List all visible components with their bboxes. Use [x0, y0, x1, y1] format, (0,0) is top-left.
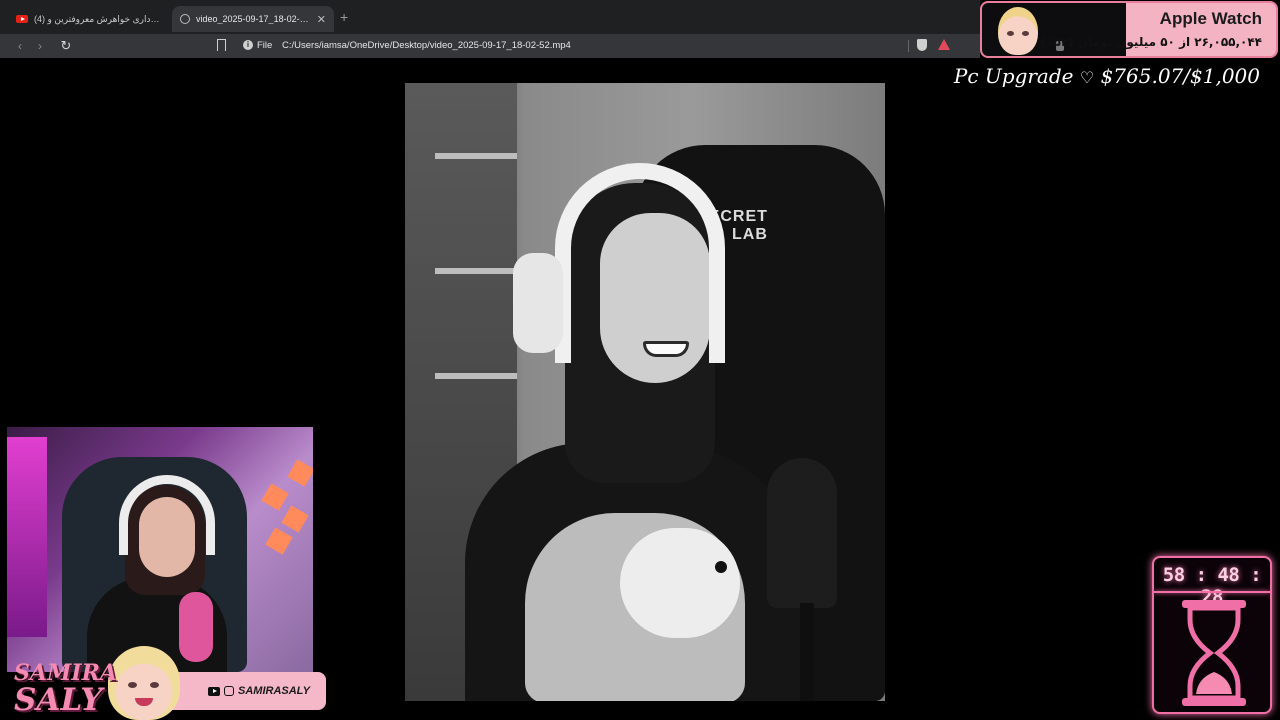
microphone	[179, 592, 213, 662]
led-light	[7, 437, 47, 637]
youtube-icon	[16, 15, 28, 23]
pc-upgrade-label: Pc Upgrade	[953, 64, 1074, 88]
headphone-earcup	[513, 253, 563, 353]
hexagon-light	[265, 527, 293, 555]
streamer-avatar	[108, 646, 180, 720]
countdown-timer: 58 : 48 : 28	[1152, 556, 1272, 714]
eye	[128, 682, 137, 688]
shelf-board	[435, 153, 517, 159]
avatar	[982, 3, 1126, 56]
goal-progress-text: ۲۶,۰۵۵,۰۴۴ از ۵۰ میلیون تومان (۵۲٪)	[1040, 35, 1262, 49]
toolbar-divider	[908, 40, 909, 52]
streamer-logo: SAMIRA SALY	[14, 660, 117, 718]
shelf-board	[435, 268, 517, 274]
youtube-icon	[208, 686, 220, 696]
scheme-label: File	[257, 40, 273, 51]
timer-divider	[1154, 591, 1270, 593]
back-arrow-icon[interactable]: ‹	[10, 39, 30, 53]
brave-rewards-icon[interactable]	[938, 39, 950, 50]
tab-label: video_2025-09-17_18-02-52.mp4	[196, 14, 311, 24]
donation-goal-widget: Apple Watch ۲۶,۰۵۵,۰۴۴ از ۵۰ میلیون توما…	[980, 1, 1278, 58]
brave-shield-icon[interactable]	[917, 39, 927, 51]
hexagon-light	[261, 483, 289, 511]
reload-icon[interactable]: ↻	[56, 38, 76, 54]
hexagon-light	[281, 505, 309, 533]
microphone	[767, 458, 837, 608]
mouth	[135, 698, 153, 706]
hourglass-icon	[1182, 600, 1246, 706]
browser-toolbar: ‹ › ↻ i File C:/Users/iamsa/OneDrive/Des…	[0, 34, 980, 58]
webcam-overlay	[7, 427, 313, 672]
social-handle: SAMIRASALY	[208, 685, 310, 697]
address-bar-url[interactable]: C:/Users/iamsa/OneDrive/Desktop/video_20…	[282, 40, 571, 51]
headphones	[555, 163, 725, 363]
shelf-board	[435, 373, 517, 379]
new-tab-button[interactable]: +	[340, 9, 348, 25]
tab-label: (4) با فیلم برداری خواهرش معروفترین و	[34, 13, 164, 24]
tab-youtube[interactable]: (4) با فیلم برداری خواهرش معروفترین و	[8, 6, 172, 32]
eye	[1007, 31, 1014, 36]
goal-title: Apple Watch	[1159, 9, 1262, 28]
heart-icon: ♡	[1079, 68, 1095, 87]
dog	[620, 528, 740, 638]
tab-video-file[interactable]: video_2025-09-17_18-02-52.mp4 ✕	[172, 6, 334, 32]
globe-icon	[180, 14, 190, 24]
browser-tab-strip: (4) با فیلم برداری خواهرش معروفترین و vi…	[0, 0, 980, 34]
handle-text: SAMIRASALY	[238, 685, 310, 697]
dog-eye	[715, 561, 727, 573]
hexagon-light	[287, 459, 313, 487]
cartoon-face	[998, 7, 1038, 55]
eye	[150, 682, 159, 688]
pc-upgrade-goal: Pc Upgrade ♡ $765.07/$1,000	[954, 64, 1260, 88]
info-icon[interactable]: i	[243, 40, 253, 50]
video-player[interactable]: SECRET LAB	[405, 83, 885, 701]
pc-upgrade-amount: $765.07/$1,000	[1100, 64, 1260, 88]
eye	[1022, 31, 1029, 36]
close-icon[interactable]: ✕	[317, 13, 326, 26]
logo-line2: SALY	[14, 682, 103, 718]
microphone-arm	[800, 603, 814, 701]
instagram-icon	[224, 686, 234, 696]
bookmark-icon[interactable]	[217, 39, 226, 51]
forward-arrow-icon[interactable]: ›	[30, 39, 50, 53]
